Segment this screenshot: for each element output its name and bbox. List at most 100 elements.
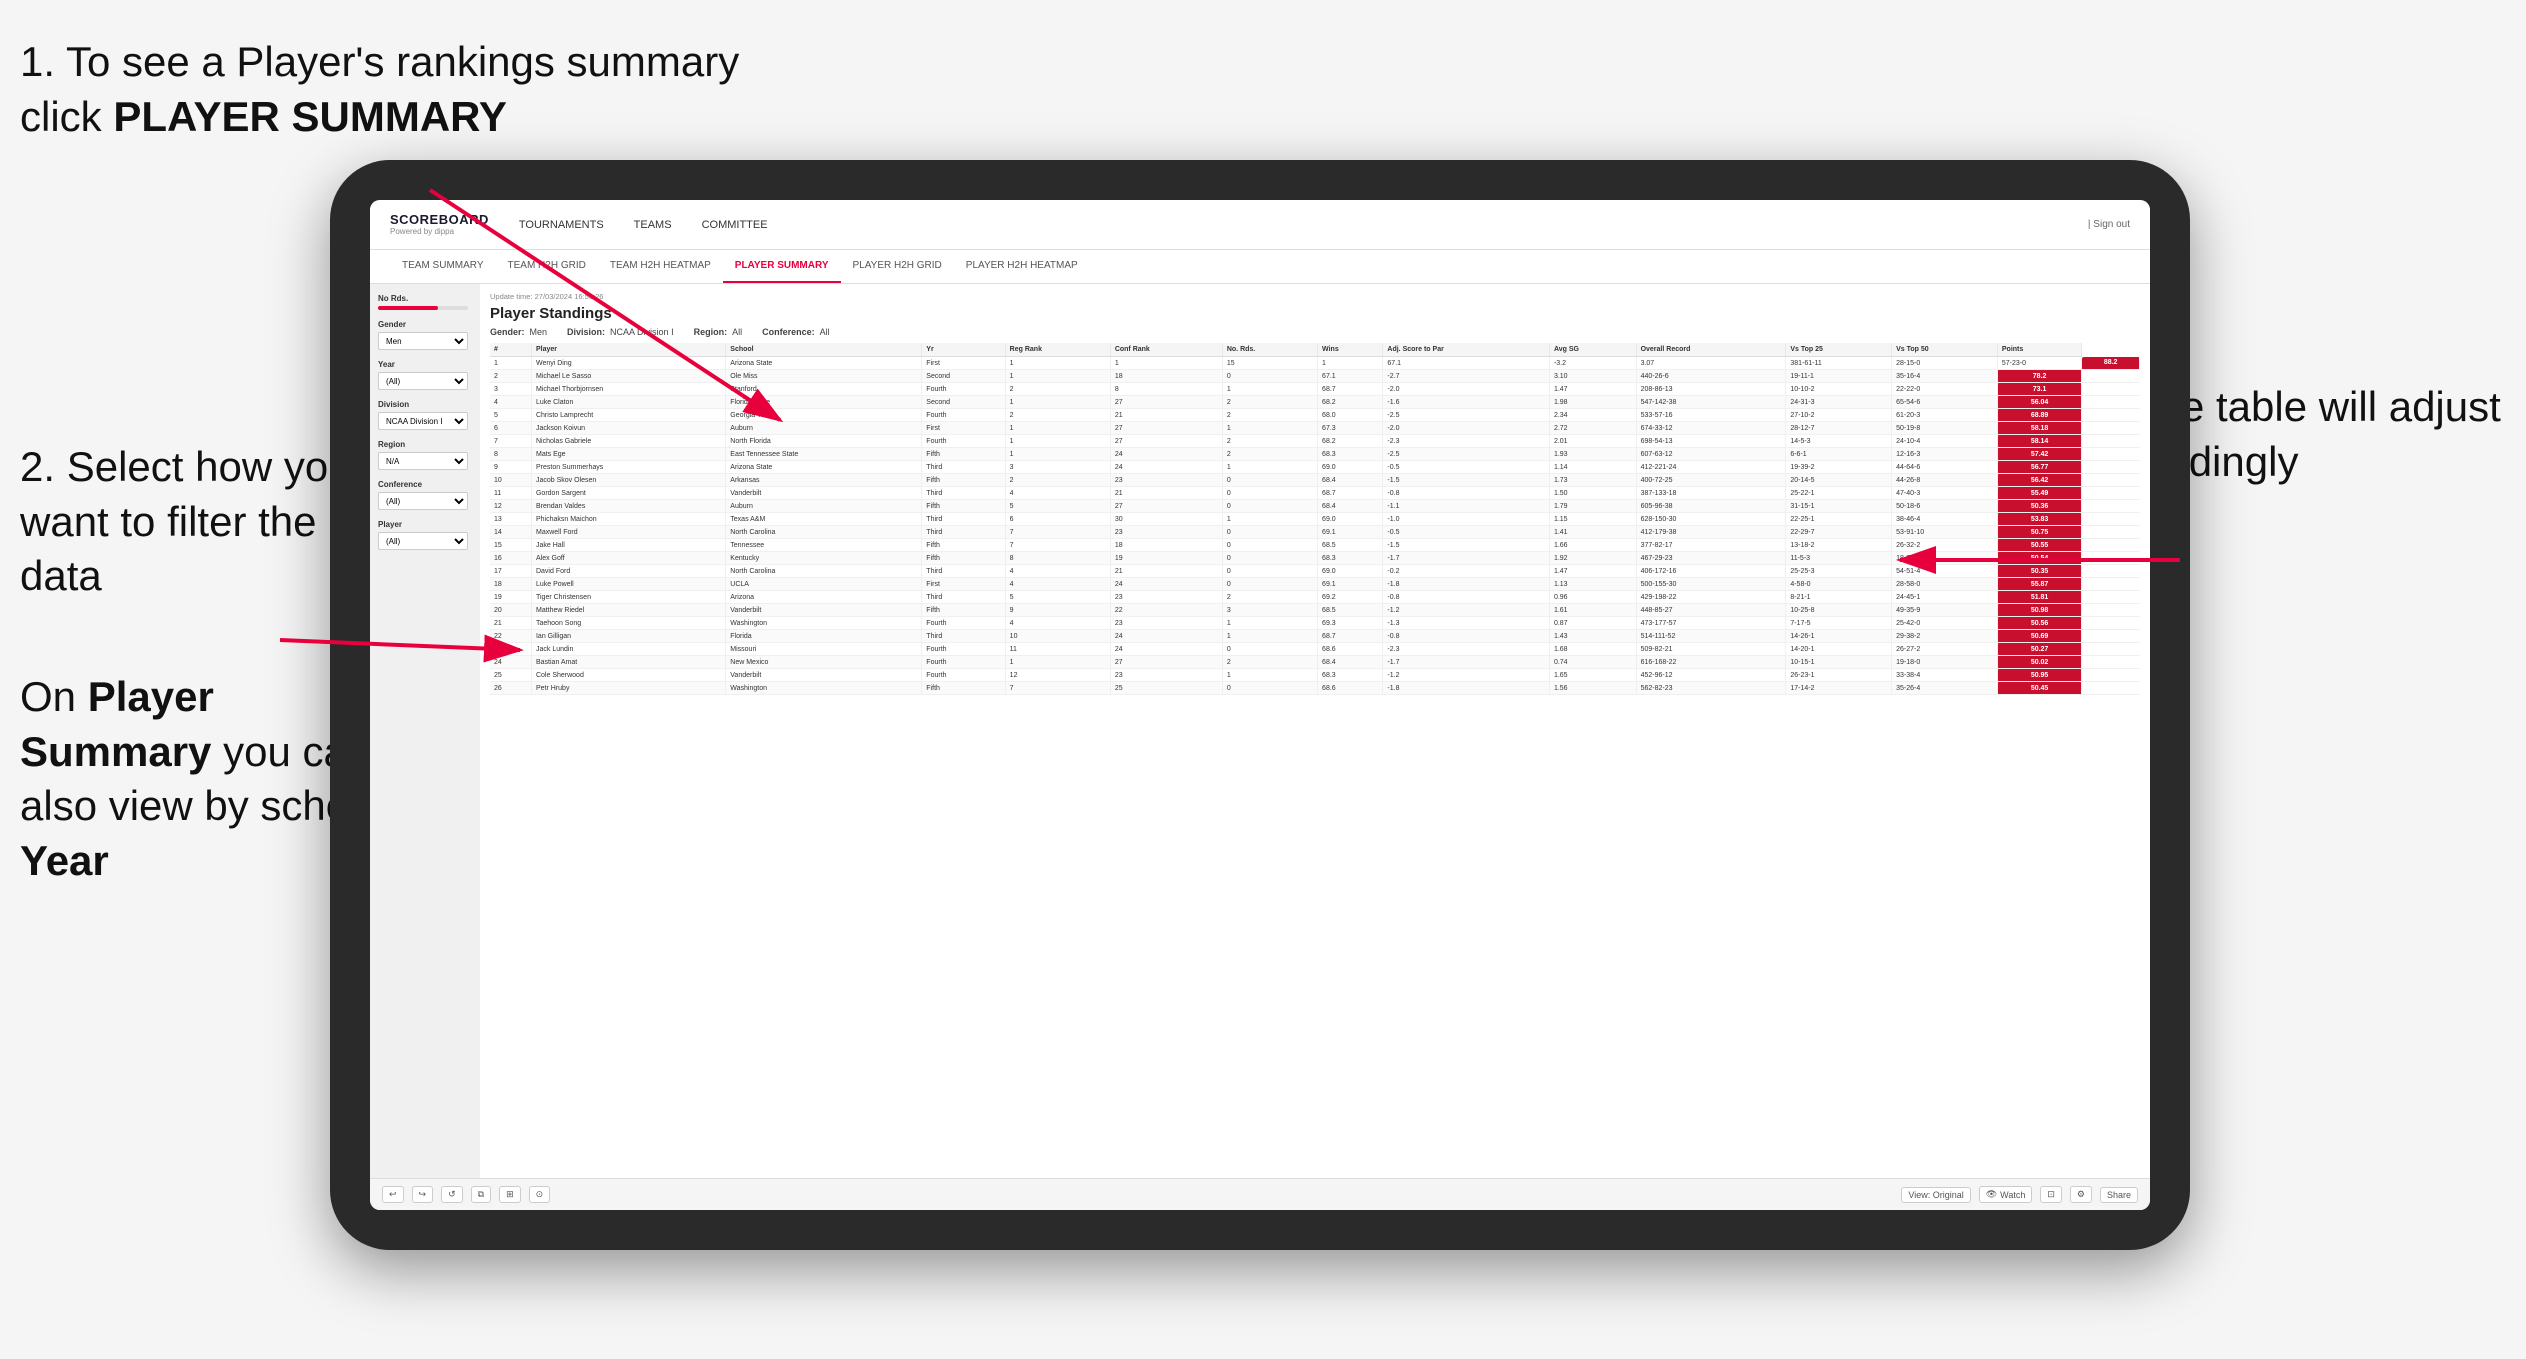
table-row: 9Preston SummerhaysArizona StateThird324… — [490, 461, 2140, 474]
table-cell: 69.2 — [1318, 591, 1383, 604]
table-cell: New Mexico — [726, 656, 922, 669]
table-cell: 8 — [1005, 552, 1110, 565]
table-cell: Mats Ege — [531, 448, 725, 461]
table-cell: 7 — [1005, 682, 1110, 695]
copy-button[interactable]: ⧉ — [471, 1186, 491, 1203]
table-cell: 448-85-27 — [1636, 604, 1786, 617]
table-cell: 509-82-21 — [1636, 643, 1786, 656]
points-cell: 50.55 — [1997, 539, 2081, 552]
export-button[interactable]: ⊡ — [2040, 1186, 2062, 1203]
table-cell: 2 — [1222, 448, 1317, 461]
table-cell: 1.47 — [1549, 565, 1636, 578]
table-cell: Cole Sherwood — [531, 669, 725, 682]
region-value-display: All — [732, 327, 742, 337]
table-cell: -2.5 — [1383, 409, 1550, 422]
logo-sub: Powered by dippa — [390, 227, 489, 236]
table-cell: 18 — [1110, 539, 1222, 552]
tab-team-h2h-heatmap[interactable]: TEAM H2H HEATMAP — [598, 250, 723, 283]
points-cell: 55.49 — [1997, 487, 2081, 500]
table-cell: Phichaksn Maichon — [531, 513, 725, 526]
redo-button[interactable]: ↪ — [412, 1186, 434, 1203]
gender-select[interactable]: Men — [378, 332, 468, 350]
table-cell: 4 — [1005, 578, 1110, 591]
table-cell: Arizona State — [726, 357, 922, 370]
table-cell: 1.93 — [1549, 448, 1636, 461]
table-cell: 44-64-6 — [1892, 461, 1998, 474]
table-cell: 25-25-3 — [1786, 565, 1892, 578]
table-cell: 11 — [1005, 643, 1110, 656]
table-cell: 400-72-25 — [1636, 474, 1786, 487]
table-cell: 68.5 — [1318, 604, 1383, 617]
table-row: 26Petr HrubyWashingtonFifth725068.6-1.81… — [490, 682, 2140, 695]
points-cell: 50.36 — [1997, 500, 2081, 513]
table-cell: 22-29-7 — [1786, 526, 1892, 539]
tab-player-h2h-heatmap[interactable]: PLAYER H2H HEATMAP — [954, 250, 1090, 283]
table-cell: 2.01 — [1549, 435, 1636, 448]
table-cell: 68.7 — [1318, 383, 1383, 396]
table-row: 23Jack LundinMissouriFourth1124068.6-2.3… — [490, 643, 2140, 656]
table-cell: 25 — [1110, 682, 1222, 695]
tab-team-summary[interactable]: TEAM SUMMARY — [390, 250, 496, 283]
share-button[interactable]: Share — [2100, 1187, 2138, 1203]
division-select[interactable]: NCAA Division I — [378, 412, 468, 430]
nav-committee[interactable]: COMMITTEE — [702, 215, 768, 235]
table-cell: 1.56 — [1549, 682, 1636, 695]
tablet-screen: SCOREBOARD Powered by dippa TOURNAMENTS … — [370, 200, 2150, 1210]
table-cell: -2.0 — [1383, 383, 1550, 396]
settings-button[interactable]: ⚙ — [2070, 1186, 2092, 1203]
table-cell: 4 — [490, 396, 531, 409]
table-cell: 10-25-8 — [1786, 604, 1892, 617]
watch-button[interactable]: 👁 Watch — [1979, 1186, 2033, 1203]
table-cell: Fourth — [922, 383, 1005, 396]
table-header: # Player School Yr Reg Rank Conf Rank No… — [490, 343, 2140, 357]
year-select[interactable]: (All) — [378, 372, 468, 390]
table-cell: 10 — [1005, 630, 1110, 643]
year-label: Year — [378, 360, 472, 369]
paste-button[interactable]: ⊞ — [499, 1186, 521, 1203]
table-cell: Fifth — [922, 500, 1005, 513]
table-cell: 2 — [1005, 474, 1110, 487]
tab-team-h2h-grid[interactable]: TEAM H2H GRID — [496, 250, 598, 283]
player-select[interactable]: (All) — [378, 532, 468, 550]
table-cell: 11 — [490, 487, 531, 500]
undo-button[interactable]: ↩ — [382, 1186, 404, 1203]
table-cell: -0.8 — [1383, 591, 1550, 604]
col-school: School — [726, 343, 922, 357]
table-cell: 28-15-0 — [1892, 357, 1998, 370]
schedule-button[interactable]: ⊙ — [529, 1186, 551, 1203]
no-rds-slider[interactable] — [378, 306, 468, 310]
table-cell: 19 — [1110, 552, 1222, 565]
tab-player-h2h-grid[interactable]: PLAYER H2H GRID — [841, 250, 954, 283]
conference-filter-display: Conference: All — [762, 327, 830, 337]
table-cell: 387-133-18 — [1636, 487, 1786, 500]
table-cell: Fourth — [922, 435, 1005, 448]
region-select[interactable]: N/A — [378, 452, 468, 470]
table-cell: Third — [922, 526, 1005, 539]
table-cell: 7 — [1005, 539, 1110, 552]
table-cell: 24 — [1110, 643, 1222, 656]
table-cell: Jackson Koivun — [531, 422, 725, 435]
nav-teams[interactable]: TEAMS — [634, 215, 672, 235]
conference-select[interactable]: (All) — [378, 492, 468, 510]
nav-sign-out[interactable]: | Sign out — [2088, 219, 2130, 230]
tab-player-summary[interactable]: PLAYER SUMMARY — [723, 250, 841, 283]
table-cell: 4 — [1005, 487, 1110, 500]
table-cell: Alex Goff — [531, 552, 725, 565]
table-cell: 68.3 — [1318, 669, 1383, 682]
table-row: 17David FordNorth CarolinaThird421069.0-… — [490, 565, 2140, 578]
reset-button[interactable]: ↺ — [441, 1186, 463, 1203]
table-cell: 2 — [1005, 383, 1110, 396]
table-cell: 23 — [1110, 617, 1222, 630]
table-cell: 68.3 — [1318, 552, 1383, 565]
nav-tournaments[interactable]: TOURNAMENTS — [519, 215, 604, 235]
table-cell: 27-10-2 — [1786, 409, 1892, 422]
sub-navigation: TEAM SUMMARY TEAM H2H GRID TEAM H2H HEAT… — [370, 250, 2150, 284]
table-cell: 29-38-2 — [1892, 630, 1998, 643]
table-cell: 68.0 — [1318, 409, 1383, 422]
col-vs25: Vs Top 25 — [1786, 343, 1892, 357]
table-cell: 9 — [490, 461, 531, 474]
view-button[interactable]: View: Original — [1901, 1187, 1970, 1203]
table-cell: Brendan Valdes — [531, 500, 725, 513]
table-row: 16Alex GoffKentuckyFifth819068.3-1.71.92… — [490, 552, 2140, 565]
table-cell: Auburn — [726, 422, 922, 435]
